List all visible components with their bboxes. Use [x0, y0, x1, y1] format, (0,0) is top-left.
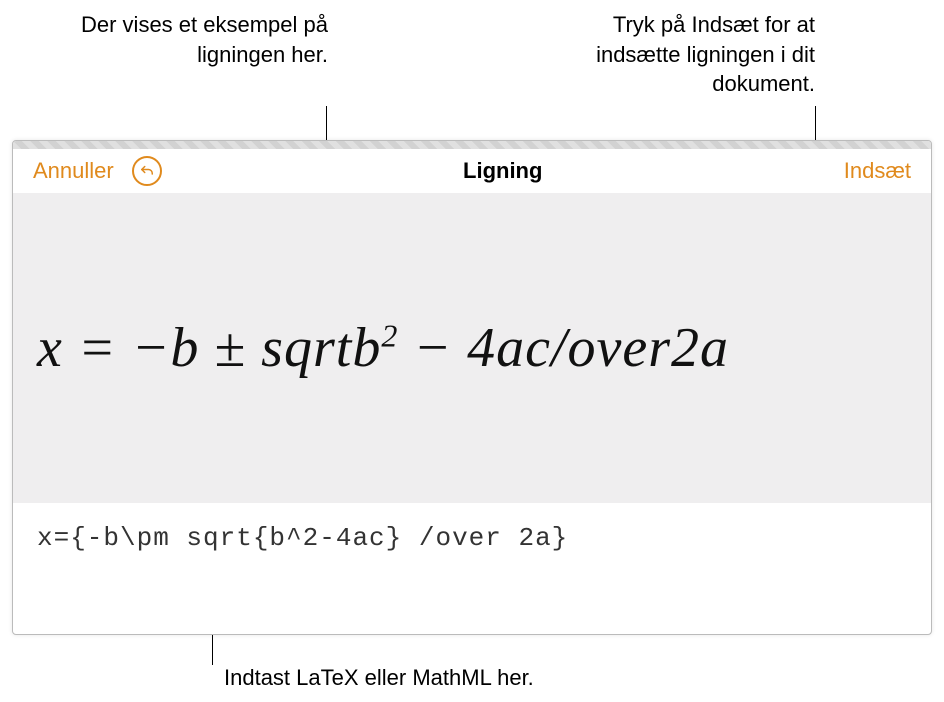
topbar-left-group: Annuller: [33, 156, 162, 186]
equation-input[interactable]: [37, 523, 907, 553]
undo-icon[interactable]: [132, 156, 162, 186]
eq-superscript: 2: [381, 317, 398, 353]
equation-preview: x = −b ± sqrtb2 − 4ac/over2a: [13, 193, 931, 503]
dialog-title: Ligning: [463, 158, 542, 184]
equation-input-row: [13, 503, 931, 553]
eq-part-1: x = −b ± sqrtb: [37, 317, 381, 379]
equation-preview-text: x = −b ± sqrtb2 − 4ac/over2a: [37, 316, 729, 380]
callout-insert-hint: Tryk på Indsæt for at indsætte ligningen…: [525, 10, 815, 99]
eq-part-2: − 4ac/over2a: [398, 317, 729, 379]
cancel-button[interactable]: Annuller: [33, 158, 114, 184]
insert-button[interactable]: Indsæt: [844, 158, 911, 184]
callout-input-hint: Indtast LaTeX eller MathML her.: [224, 663, 724, 693]
topbar: Annuller Ligning Indsæt: [13, 149, 931, 193]
equation-dialog: Annuller Ligning Indsæt x = −b ± sqrtb2 …: [12, 140, 932, 635]
callout-preview-hint: Der vises et eksempel på ligningen her.: [28, 10, 328, 69]
